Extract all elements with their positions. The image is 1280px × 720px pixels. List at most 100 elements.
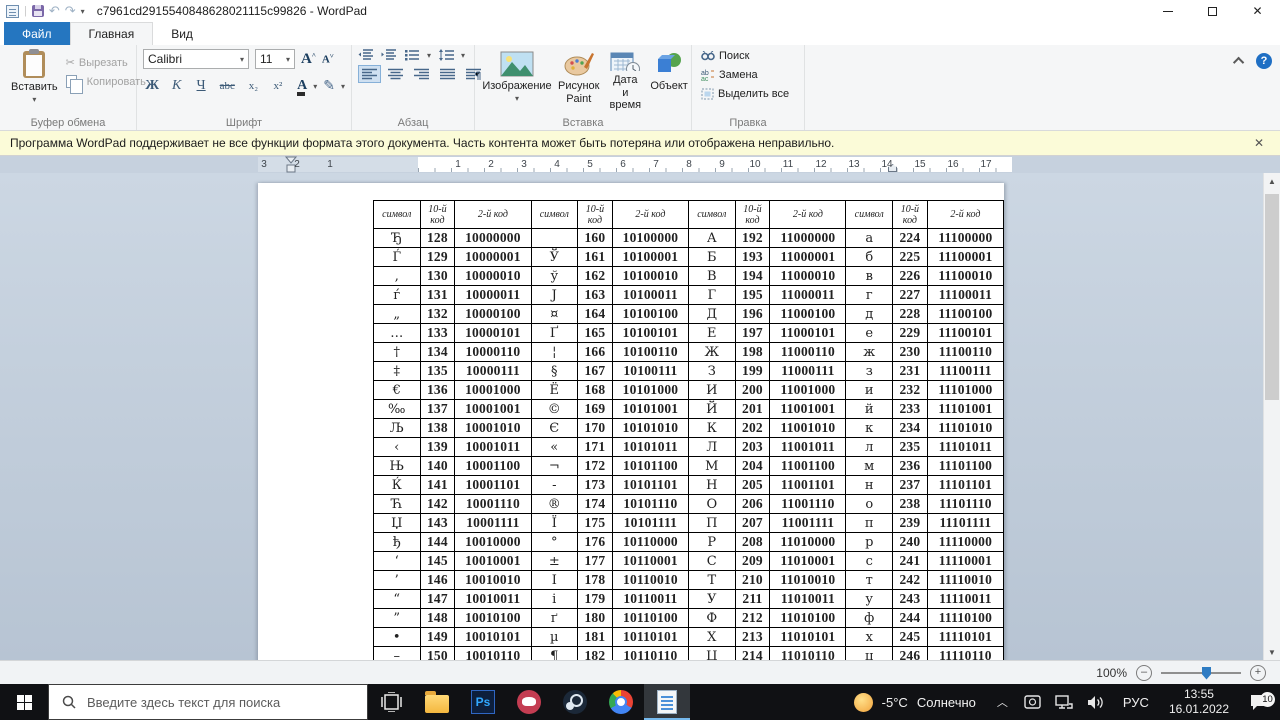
table-cell: 142 bbox=[419, 494, 456, 514]
shrink-font-button[interactable]: А˅ bbox=[322, 52, 334, 66]
zoom-slider-thumb[interactable] bbox=[1202, 666, 1211, 680]
align-left-button[interactable] bbox=[358, 65, 381, 83]
underline-button[interactable]: Ч bbox=[192, 78, 210, 94]
wordpad-app-icon[interactable] bbox=[6, 4, 19, 18]
tray-overflow-chevron-icon[interactable]: ︿ bbox=[988, 694, 1017, 710]
taskbar-search-input[interactable]: Введите здесь текст для поиска bbox=[48, 684, 368, 720]
close-button[interactable]: ✕ bbox=[1235, 0, 1280, 22]
group-label-editing: Правка bbox=[729, 117, 767, 129]
zoom-slider[interactable] bbox=[1161, 666, 1241, 680]
highlight-dropdown-icon[interactable]: ▾ bbox=[341, 82, 345, 91]
replace-button[interactable]: ab ac Замена bbox=[698, 68, 792, 82]
task-view-button[interactable] bbox=[368, 684, 414, 720]
table-cell: У bbox=[688, 589, 736, 609]
list-button[interactable] bbox=[404, 49, 420, 61]
scroll-down-icon[interactable]: ▼ bbox=[1264, 644, 1280, 660]
taskbar-icon-discord[interactable] bbox=[506, 684, 552, 720]
paint-drawing-button[interactable]: Рисунок Paint bbox=[553, 49, 605, 114]
table-cell: 243 bbox=[891, 589, 928, 609]
tab-view[interactable]: Вид bbox=[153, 22, 211, 45]
superscript-button[interactable]: x² bbox=[269, 80, 287, 92]
vertical-scrollbar[interactable]: ▲ ▼ bbox=[1263, 173, 1280, 660]
insert-image-button[interactable]: Изображение ▾ bbox=[481, 49, 553, 114]
document-area[interactable]: символ 10-й код 2-й код символ 10-й код 2-й к… bbox=[0, 173, 1280, 660]
table-cell: 166 bbox=[577, 342, 613, 362]
ruler-number: 11 bbox=[782, 159, 794, 170]
table-header-cell: символ bbox=[373, 200, 421, 229]
network-tray-icon[interactable] bbox=[1048, 694, 1080, 710]
scrollbar-thumb[interactable] bbox=[1265, 194, 1279, 400]
table-row: Џ 143 10001111 Ї 175 10101111 П 207 11001111 п 239… bbox=[373, 513, 1004, 533]
find-button[interactable]: Поиск bbox=[698, 49, 792, 63]
group-label-paragraph: Абзац bbox=[397, 117, 429, 129]
italic-icon: К bbox=[172, 77, 182, 93]
list-dropdown-icon[interactable]: ▾ bbox=[427, 51, 431, 60]
action-center-button[interactable]: 10 bbox=[1238, 692, 1280, 711]
italic-button[interactable]: К bbox=[167, 78, 185, 94]
document-page[interactable]: символ 10-й код 2-й код символ 10-й код 2-й к… bbox=[258, 183, 1004, 660]
undo-icon[interactable]: ↶ bbox=[49, 4, 60, 17]
cut-button[interactable]: ✂ Вырезать bbox=[63, 55, 149, 70]
save-icon[interactable] bbox=[31, 5, 44, 17]
table-cell: 11000110 bbox=[769, 342, 847, 362]
decrease-indent-button[interactable] bbox=[358, 49, 374, 61]
collapse-ribbon-icon[interactable] bbox=[1232, 56, 1245, 69]
help-button[interactable]: ? bbox=[1256, 53, 1272, 69]
table-cell: 150 bbox=[419, 646, 456, 660]
table-cell: ‚ bbox=[373, 266, 421, 286]
minimize-button[interactable] bbox=[1145, 0, 1190, 22]
justify-button[interactable] bbox=[436, 65, 459, 83]
increase-indent-button[interactable] bbox=[381, 49, 397, 61]
warning-close-icon[interactable]: ✕ bbox=[1248, 136, 1270, 150]
line-spacing-button[interactable] bbox=[438, 49, 455, 61]
highlight-button[interactable]: ✎ bbox=[323, 77, 335, 94]
maximize-button[interactable] bbox=[1190, 0, 1235, 22]
table-cell: 160 bbox=[577, 228, 613, 248]
tab-home[interactable]: Главная bbox=[69, 22, 154, 45]
insert-object-button[interactable]: Объект bbox=[646, 49, 692, 114]
taskbar-icon-photoshop[interactable]: Ps bbox=[460, 684, 506, 720]
scroll-up-icon[interactable]: ▲ bbox=[1264, 173, 1280, 189]
table-cell: 11100100 bbox=[926, 304, 1004, 324]
subscript-button[interactable]: x₂ bbox=[244, 80, 262, 92]
window-controls: ✕ bbox=[1145, 0, 1280, 22]
align-right-button[interactable] bbox=[410, 65, 433, 83]
font-size-combobox[interactable]: 11 ▾ bbox=[255, 49, 295, 69]
taskbar-icon-explorer[interactable] bbox=[414, 684, 460, 720]
volume-tray-icon[interactable] bbox=[1080, 695, 1112, 710]
table-cell: † bbox=[373, 342, 421, 362]
grow-font-button[interactable]: А˄ bbox=[301, 51, 316, 68]
copy-button[interactable]: Копировать bbox=[63, 74, 149, 94]
bold-button[interactable]: Ж bbox=[143, 78, 161, 94]
strikethrough-icon: abc bbox=[219, 79, 235, 92]
weather-widget[interactable]: -5°C Солнечно bbox=[842, 692, 988, 712]
replace-icon: abac bbox=[701, 70, 714, 81]
paste-button[interactable]: Вставить ▾ bbox=[6, 49, 63, 114]
paste-dropdown-icon: ▾ bbox=[32, 94, 37, 104]
font-color-button[interactable]: А bbox=[297, 78, 307, 96]
taskbar-icon-chrome[interactable] bbox=[598, 684, 644, 720]
language-indicator[interactable]: РУС bbox=[1112, 695, 1160, 710]
font-color-dropdown-icon[interactable]: ▾ bbox=[313, 82, 317, 91]
select-all-button[interactable]: Выделить все bbox=[698, 87, 792, 101]
warning-message: Программа WordPad поддерживает не все фу… bbox=[10, 136, 835, 150]
steam-icon bbox=[563, 690, 587, 714]
tab-file[interactable]: Файл bbox=[4, 22, 70, 45]
font-family-combobox[interactable]: Calibri ▾ bbox=[143, 49, 249, 69]
line-spacing-dropdown-icon[interactable]: ▾ bbox=[461, 51, 465, 60]
taskbar-icon-steam[interactable] bbox=[552, 684, 598, 720]
table-cell: 212 bbox=[734, 608, 771, 628]
align-center-button[interactable] bbox=[384, 65, 407, 83]
clock[interactable]: 13:55 16.01.2022 bbox=[1160, 687, 1238, 717]
taskbar-icon-wordpad-active[interactable] bbox=[644, 684, 690, 720]
date-time-button[interactable]: Дата и время bbox=[605, 49, 647, 114]
tablet-device-tray-icon[interactable] bbox=[1017, 694, 1048, 710]
zoom-in-button[interactable]: + bbox=[1250, 664, 1266, 681]
customize-quick-access-icon[interactable]: ▾ bbox=[81, 7, 85, 16]
start-button[interactable] bbox=[0, 684, 48, 720]
strikethrough-button[interactable]: abc bbox=[216, 80, 238, 92]
table-cell: 11010101 bbox=[769, 627, 847, 647]
zoom-out-button[interactable]: – bbox=[1136, 664, 1152, 681]
table-row: Ѓ 129 10000001 Ў 161 10100001 Б 193 11000001 б 225… bbox=[373, 247, 1004, 267]
redo-icon[interactable]: ↷ bbox=[65, 4, 76, 17]
